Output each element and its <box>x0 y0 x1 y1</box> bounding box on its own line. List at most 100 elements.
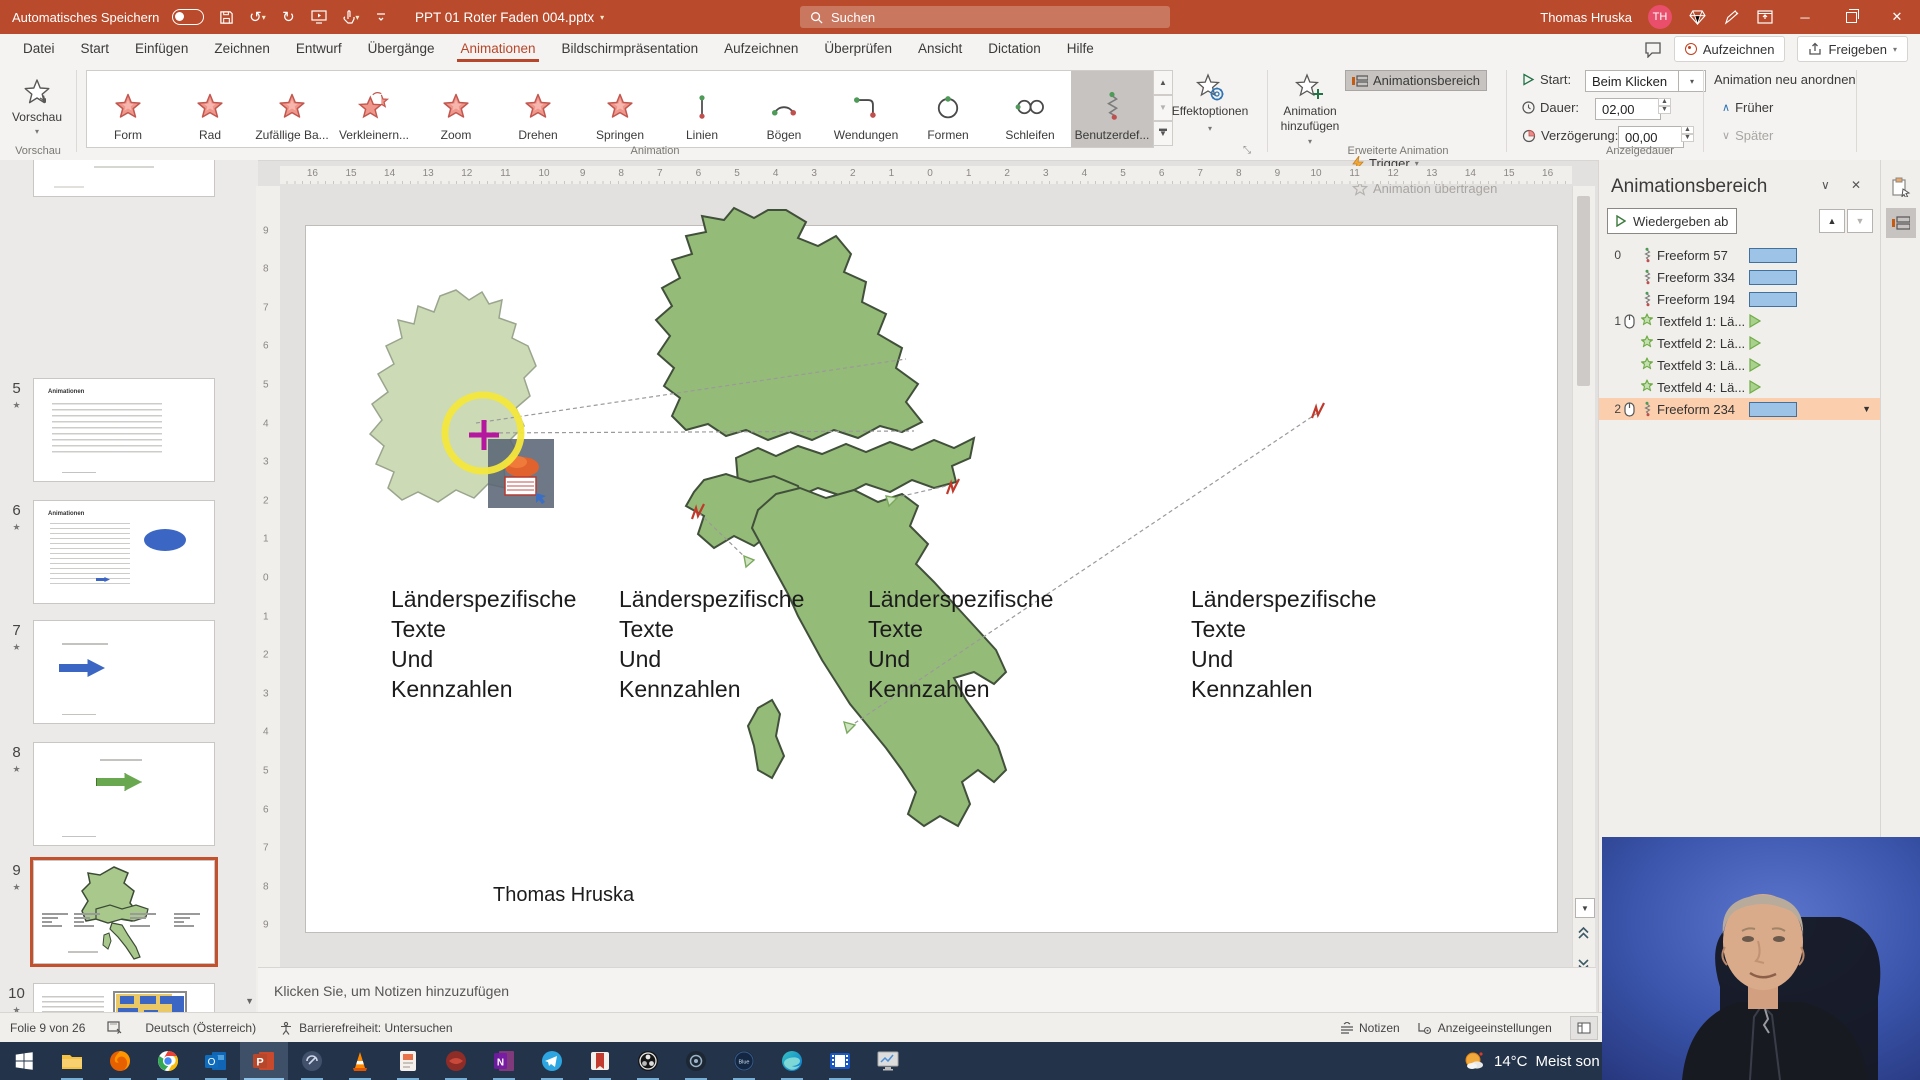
timeline-bar[interactable] <box>1749 401 1797 417</box>
taskbar-powerpoint-icon[interactable]: P <box>240 1042 288 1080</box>
tab-hilfe[interactable]: Hilfe <box>1054 34 1107 62</box>
play-from-button[interactable]: Wiedergeben ab <box>1607 208 1737 234</box>
tab-zeichnen[interactable]: Zeichnen <box>201 34 283 62</box>
animation-hinzufuegen-button[interactable]: Animation hinzufügen ▾ <box>1272 72 1348 149</box>
tab-entwurf[interactable]: Entwurf <box>283 34 355 62</box>
minimize-button[interactable]: ─ <box>1790 0 1820 34</box>
presenter-window-icon[interactable] <box>1756 8 1774 26</box>
tab-datei[interactable]: Datei <box>10 34 68 62</box>
comments-icon[interactable] <box>1644 41 1662 58</box>
pen-tools-icon[interactable] <box>1722 8 1740 26</box>
frueher-button[interactable]: ∧ Früher <box>1722 100 1773 115</box>
taskbar-edge-icon[interactable] <box>768 1042 816 1080</box>
clipboard-strip-icon[interactable] <box>1886 172 1916 202</box>
start-slideshow-icon[interactable] <box>310 8 328 26</box>
animation-item-textfeld-4-l-[interactable]: Textfeld 4: Lä... <box>1599 376 1881 398</box>
search-box[interactable]: Suchen <box>800 6 1170 28</box>
tab-dictation[interactable]: Dictation <box>975 34 1054 62</box>
move-earlier-button[interactable]: ▲ <box>1819 209 1845 233</box>
slide-author-text[interactable]: Thomas Hruska <box>493 884 634 907</box>
taskbar-presentation-file-icon[interactable] <box>384 1042 432 1080</box>
aufzeichnen-button[interactable]: Aufzeichnen <box>1673 36 1786 62</box>
effektoptionen-button[interactable]: Effektoptionen ▾ <box>1160 72 1260 136</box>
text-block-3[interactable]: Länderspezifische Texte Und Kennzahlen <box>868 584 1053 704</box>
customize-qat-icon[interactable] <box>372 8 390 26</box>
horizontal-ruler[interactable]: 16 15 14 13 12 11 10 9 8 7 6 5 4 3 2 1 0 1 2 3 4 5 6 7 8 9 10 11 12 1… <box>280 166 1572 184</box>
thumbnail-slide-7[interactable]: 7 ★ <box>0 620 258 724</box>
animation-item-textfeld-1-l-[interactable]: 1 Textfeld 1: Lä... <box>1599 310 1881 332</box>
text-block-4[interactable]: Länderspezifische Texte Und Kennzahlen <box>1191 584 1376 704</box>
taskbar-onenote-icon[interactable]: N <box>480 1042 528 1080</box>
freigeben-button[interactable]: Freigeben ▾ <box>1797 36 1908 62</box>
taskbar-telegram-icon[interactable] <box>528 1042 576 1080</box>
tab-start[interactable]: Start <box>68 34 123 62</box>
gallery-item-zoom[interactable]: Zoom <box>415 71 497 147</box>
gallery-item-rad[interactable]: Rad <box>169 71 251 147</box>
anzeigeeinstellungen-button[interactable]: Anzeigeeinstellungen <box>1418 1021 1552 1035</box>
language-status[interactable]: Deutsch (Österreich) <box>145 1021 256 1035</box>
close-button[interactable]: ✕ <box>1882 0 1912 34</box>
gallery-item-formen[interactable]: Formen <box>907 71 989 147</box>
normal-view-button[interactable] <box>1569 1016 1598 1040</box>
taskbar-chrome-icon[interactable] <box>144 1042 192 1080</box>
undo-icon[interactable]: ↺ ▾ <box>248 8 266 26</box>
animation-item-freeform-234[interactable]: 2 Freeform 234 ▼ <box>1599 398 1881 420</box>
start-dropdown-arrow[interactable]: ▾ <box>1678 70 1706 92</box>
vorschau-button[interactable]: Vorschau ▾ <box>6 70 68 142</box>
restore-button[interactable] <box>1836 0 1866 34</box>
gallery-item-form[interactable]: Form <box>87 71 169 147</box>
taskbar-vlc-icon[interactable] <box>336 1042 384 1080</box>
start-dropdown[interactable]: Beim Klicken <box>1585 70 1685 92</box>
taskbar-capture-tool-icon[interactable] <box>288 1042 336 1080</box>
thumbnail-slide-4-partial[interactable] <box>33 160 215 197</box>
timeline-bar[interactable] <box>1749 269 1797 285</box>
taskbar-file-explorer-icon[interactable] <box>48 1042 96 1080</box>
redo-icon[interactable]: ↻ <box>279 8 297 26</box>
tab-bildschirmpräsentation[interactable]: Bildschirmpräsentation <box>549 34 712 62</box>
timeline-bar[interactable] <box>1749 291 1797 307</box>
theme-icon[interactable] <box>107 1021 123 1035</box>
spaeter-button[interactable]: ∨ Später <box>1722 128 1773 143</box>
text-block-2[interactable]: Länderspezifische Texte Und Kennzahlen <box>619 584 804 704</box>
move-later-button[interactable]: ▼ <box>1847 209 1873 233</box>
weather-widget[interactable]: 14°C Meist son <box>1462 1042 1600 1080</box>
thumbnail-slide-9[interactable]: 9 ★ <box>0 857 258 967</box>
thumbnail-slide-6[interactable]: 6 ★ Animationen <box>0 500 258 604</box>
premium-diamond-icon[interactable] <box>1688 8 1706 26</box>
touch-mode-icon[interactable]: ▾ <box>341 8 359 26</box>
thumbnail-slide-8[interactable]: 8 ★ <box>0 742 258 846</box>
dauer-input[interactable]: 02,00 <box>1595 98 1661 120</box>
taskbar-system-monitor-icon[interactable] <box>864 1042 912 1080</box>
pane-close-icon[interactable]: ✕ <box>1851 178 1861 192</box>
timeline-bar[interactable] <box>1749 247 1797 263</box>
notizen-toggle[interactable]: Notizen <box>1340 1021 1400 1035</box>
gallery-item-wendungen[interactable]: Wendungen <box>825 71 907 147</box>
vertical-ruler[interactable]: 9876543210123456789 <box>256 186 280 1012</box>
gallery-item-schleifen[interactable]: Schleifen <box>989 71 1071 147</box>
taskbar-start-icon[interactable] <box>0 1042 48 1080</box>
taskbar-red-round-app-icon[interactable] <box>432 1042 480 1080</box>
item-dropdown-icon[interactable]: ▼ <box>1862 404 1871 414</box>
animation-item-freeform-194[interactable]: Freeform 194 <box>1599 288 1881 310</box>
user-avatar[interactable]: TH <box>1648 5 1672 29</box>
text-block-1[interactable]: Länderspezifische Texte Und Kennzahlen <box>391 584 576 704</box>
taskbar-outlook-icon[interactable]: O <box>192 1042 240 1080</box>
animation-item-textfeld-2-l-[interactable]: Textfeld 2: Lä... <box>1599 332 1881 354</box>
user-name[interactable]: Thomas Hruska <box>1540 10 1632 25</box>
tab-übergänge[interactable]: Übergänge <box>355 34 448 62</box>
gallery-item-benutzerdef[interactable]: Benutzerdef... <box>1071 71 1153 147</box>
tab-aufzeichnen[interactable]: Aufzeichnen <box>711 34 811 62</box>
animationsbereich-button[interactable]: Animationsbereich <box>1345 70 1487 91</box>
thumbnail-slide-10[interactable]: 10 ★ <box>0 983 258 1012</box>
notes-placeholder[interactable]: Klicken Sie, um Notizen hinzuzufügen <box>274 983 509 999</box>
accessibility-status[interactable]: Barrierefreiheit: Untersuchen <box>278 1021 453 1036</box>
verzoegerung-spinner[interactable]: ▲ ▼ <box>1681 126 1694 142</box>
dialog-launcher-icon[interactable]: ⤡ <box>1243 145 1251 156</box>
tab-ansicht[interactable]: Ansicht <box>905 34 975 62</box>
animation-item-textfeld-3-l-[interactable]: Textfeld 3: Lä... <box>1599 354 1881 376</box>
animation-item-freeform-334[interactable]: Freeform 334 <box>1599 266 1881 288</box>
pane-options-chevron-icon[interactable]: ∨ <box>1821 178 1830 192</box>
gallery-item-linien[interactable]: Linien <box>661 71 743 147</box>
taskbar-obs-studio-icon[interactable] <box>624 1042 672 1080</box>
animation-pane-strip-icon[interactable] <box>1886 208 1916 238</box>
